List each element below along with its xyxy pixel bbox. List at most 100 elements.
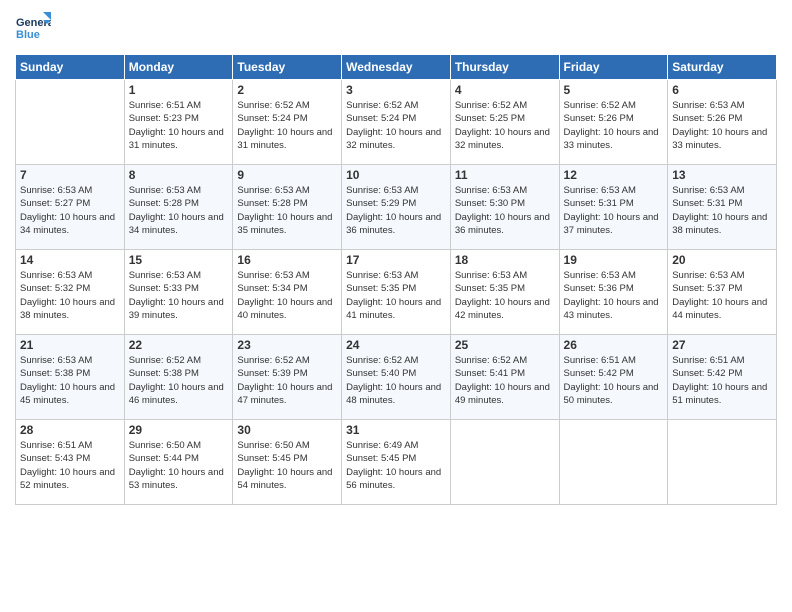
day-number: 28 [20,423,120,437]
day-number: 26 [564,338,664,352]
day-content: Sunrise: 6:53 AM Sunset: 5:30 PM Dayligh… [455,184,555,237]
calendar-table: SundayMondayTuesdayWednesdayThursdayFrid… [15,54,777,505]
calendar-cell: 14 Sunrise: 6:53 AM Sunset: 5:32 PM Dayli… [16,250,125,335]
calendar-cell: 8 Sunrise: 6:53 AM Sunset: 5:28 PM Daylig… [124,165,233,250]
calendar-cell: 18Sunrise: 6:53 AM Sunset: 5:35 PM Dayli… [450,250,559,335]
day-content: Sunrise: 6:52 AM Sunset: 5:39 PM Dayligh… [237,354,337,407]
day-number: 14 [20,253,120,267]
day-content: Sunrise: 6:53 AM Sunset: 5:31 PM Dayligh… [672,184,772,237]
day-number: 12 [564,168,664,182]
day-content: Sunrise: 6:51 AM Sunset: 5:42 PM Dayligh… [564,354,664,407]
calendar-week-row: 1 Sunrise: 6:51 AM Sunset: 5:23 PM Daylig… [16,80,777,165]
logo: General Blue [15,10,51,46]
calendar-cell: 20Sunrise: 6:53 AM Sunset: 5:37 PM Dayli… [668,250,777,335]
calendar-cell: 4Sunrise: 6:52 AM Sunset: 5:25 PM Daylig… [450,80,559,165]
calendar-day-header: Monday [124,55,233,80]
calendar-cell: 19 Sunrise: 6:53 AM Sunset: 5:36 PM Dayli… [559,250,668,335]
calendar-cell: 12 Sunrise: 6:53 AM Sunset: 5:31 PM Dayli… [559,165,668,250]
day-number: 3 [346,83,446,97]
calendar-day-header: Wednesday [342,55,451,80]
svg-text:General: General [16,17,51,29]
day-number: 5 [564,83,664,97]
day-number: 30 [237,423,337,437]
day-number: 13 [672,168,772,182]
day-number: 31 [346,423,446,437]
calendar-cell: 29 Sunrise: 6:50 AM Sunset: 5:44 PM Dayli… [124,420,233,505]
day-content: Sunrise: 6:53 AM Sunset: 5:36 PM Dayligh… [564,269,664,322]
calendar-cell: 10Sunrise: 6:53 AM Sunset: 5:29 PM Dayli… [342,165,451,250]
day-content: Sunrise: 6:53 AM Sunset: 5:34 PM Dayligh… [237,269,337,322]
day-number: 19 [564,253,664,267]
calendar-cell: 1 Sunrise: 6:51 AM Sunset: 5:23 PM Daylig… [124,80,233,165]
calendar-cell: 27Sunrise: 6:51 AM Sunset: 5:42 PM Dayli… [668,335,777,420]
calendar-week-row: 21Sunrise: 6:53 AM Sunset: 5:38 PM Dayli… [16,335,777,420]
day-content: Sunrise: 6:52 AM Sunset: 5:40 PM Dayligh… [346,354,446,407]
day-number: 18 [455,253,555,267]
calendar-day-header: Friday [559,55,668,80]
day-content: Sunrise: 6:52 AM Sunset: 5:25 PM Dayligh… [455,99,555,152]
day-number: 10 [346,168,446,182]
day-number: 2 [237,83,337,97]
day-number: 24 [346,338,446,352]
calendar-cell: 23 Sunrise: 6:52 AM Sunset: 5:39 PM Dayli… [233,335,342,420]
day-content: Sunrise: 6:50 AM Sunset: 5:44 PM Dayligh… [129,439,229,492]
calendar-cell: 31 Sunrise: 6:49 AM Sunset: 5:45 PM Dayli… [342,420,451,505]
day-content: Sunrise: 6:49 AM Sunset: 5:45 PM Dayligh… [346,439,446,492]
calendar-cell [559,420,668,505]
calendar-cell [668,420,777,505]
day-content: Sunrise: 6:53 AM Sunset: 5:26 PM Dayligh… [672,99,772,152]
day-content: Sunrise: 6:51 AM Sunset: 5:43 PM Dayligh… [20,439,120,492]
calendar-day-header: Tuesday [233,55,342,80]
calendar-cell: 2 Sunrise: 6:52 AM Sunset: 5:24 PM Daylig… [233,80,342,165]
day-content: Sunrise: 6:53 AM Sunset: 5:32 PM Dayligh… [20,269,120,322]
calendar-cell: 25 Sunrise: 6:52 AM Sunset: 5:41 PM Dayli… [450,335,559,420]
day-number: 7 [20,168,120,182]
header: General Blue [15,10,777,46]
day-content: Sunrise: 6:52 AM Sunset: 5:24 PM Dayligh… [346,99,446,152]
calendar-day-header: Thursday [450,55,559,80]
day-content: Sunrise: 6:50 AM Sunset: 5:45 PM Dayligh… [237,439,337,492]
calendar-cell: 6 Sunrise: 6:53 AM Sunset: 5:26 PM Daylig… [668,80,777,165]
day-content: Sunrise: 6:52 AM Sunset: 5:41 PM Dayligh… [455,354,555,407]
day-number: 22 [129,338,229,352]
day-content: Sunrise: 6:51 AM Sunset: 5:23 PM Dayligh… [129,99,229,152]
calendar-body: 1 Sunrise: 6:51 AM Sunset: 5:23 PM Daylig… [16,80,777,505]
day-number: 1 [129,83,229,97]
day-content: Sunrise: 6:53 AM Sunset: 5:37 PM Dayligh… [672,269,772,322]
calendar-cell: 24 Sunrise: 6:52 AM Sunset: 5:40 PM Dayli… [342,335,451,420]
day-number: 9 [237,168,337,182]
day-content: Sunrise: 6:53 AM Sunset: 5:28 PM Dayligh… [129,184,229,237]
calendar-cell: 21Sunrise: 6:53 AM Sunset: 5:38 PM Dayli… [16,335,125,420]
logo-icon: General Blue [15,10,51,46]
calendar-day-header: Saturday [668,55,777,80]
calendar-day-header: Sunday [16,55,125,80]
calendar-cell: 22 Sunrise: 6:52 AM Sunset: 5:38 PM Dayli… [124,335,233,420]
day-content: Sunrise: 6:53 AM Sunset: 5:31 PM Dayligh… [564,184,664,237]
day-number: 11 [455,168,555,182]
day-content: Sunrise: 6:53 AM Sunset: 5:35 PM Dayligh… [346,269,446,322]
day-number: 8 [129,168,229,182]
calendar-cell: 15Sunrise: 6:53 AM Sunset: 5:33 PM Dayli… [124,250,233,335]
day-content: Sunrise: 6:52 AM Sunset: 5:26 PM Dayligh… [564,99,664,152]
day-content: Sunrise: 6:52 AM Sunset: 5:24 PM Dayligh… [237,99,337,152]
calendar-cell: 30 Sunrise: 6:50 AM Sunset: 5:45 PM Dayli… [233,420,342,505]
calendar-header-row: SundayMondayTuesdayWednesdayThursdayFrid… [16,55,777,80]
day-number: 6 [672,83,772,97]
calendar-cell: 13 Sunrise: 6:53 AM Sunset: 5:31 PM Dayli… [668,165,777,250]
calendar-cell: 17Sunrise: 6:53 AM Sunset: 5:35 PM Dayli… [342,250,451,335]
day-content: Sunrise: 6:51 AM Sunset: 5:42 PM Dayligh… [672,354,772,407]
day-number: 25 [455,338,555,352]
calendar-cell: 16 Sunrise: 6:53 AM Sunset: 5:34 PM Dayli… [233,250,342,335]
day-number: 16 [237,253,337,267]
calendar-cell: 5 Sunrise: 6:52 AM Sunset: 5:26 PM Daylig… [559,80,668,165]
day-number: 23 [237,338,337,352]
calendar-cell: 7Sunrise: 6:53 AM Sunset: 5:27 PM Daylig… [16,165,125,250]
day-number: 29 [129,423,229,437]
calendar-cell: 9 Sunrise: 6:53 AM Sunset: 5:28 PM Daylig… [233,165,342,250]
day-content: Sunrise: 6:52 AM Sunset: 5:38 PM Dayligh… [129,354,229,407]
page-container: General Blue SundayMondayTuesdayWednesda… [0,0,792,520]
day-content: Sunrise: 6:53 AM Sunset: 5:38 PM Dayligh… [20,354,120,407]
day-content: Sunrise: 6:53 AM Sunset: 5:28 PM Dayligh… [237,184,337,237]
calendar-cell [16,80,125,165]
day-content: Sunrise: 6:53 AM Sunset: 5:33 PM Dayligh… [129,269,229,322]
